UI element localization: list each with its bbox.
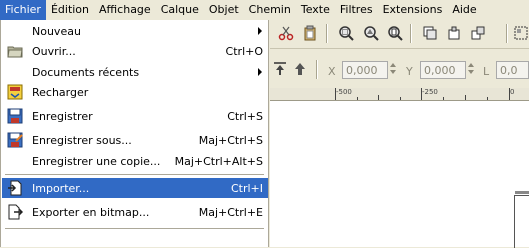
x-coordinate-field[interactable] (342, 61, 388, 79)
menu-item-label: Documents récents (32, 66, 140, 79)
zoom-page-icon (388, 26, 403, 41)
menu-filtres[interactable]: Filtres (335, 0, 378, 20)
page-border (514, 195, 529, 248)
menu-item-enregistrer[interactable]: Enregistrer Ctrl+S (2, 106, 268, 126)
menu-item-documents-recents[interactable]: Documents récents (2, 62, 268, 82)
menu-calque[interactable]: Calque (156, 0, 204, 20)
menu-item-label: Exporter en bitmap... (32, 206, 150, 219)
toolbar-separator (326, 24, 328, 43)
ruler-tick (487, 97, 488, 100)
drawing-canvas[interactable] (270, 101, 529, 247)
menu-extensions[interactable]: Extensions (378, 0, 448, 20)
duplicate-button[interactable] (420, 23, 440, 43)
menu-item-ouvrir[interactable]: Ouvrir... Ctrl+O (2, 41, 268, 61)
shortcut-label: Maj+Ctrl+S (198, 134, 263, 147)
ruler-tick (465, 95, 466, 100)
unlink-clone-icon (471, 26, 485, 40)
raise-icon (295, 63, 305, 75)
ruler-tick (357, 97, 358, 100)
menu-item-importer[interactable]: Importer... Ctrl+I (2, 178, 268, 198)
ruler-tick (378, 95, 379, 100)
file-menu: Nouveau Ouvrir... Ctrl+O Documents récen… (0, 20, 269, 247)
raise-to-top-button[interactable] (270, 59, 290, 79)
menu-item-enregistrer-copie[interactable]: Enregistrer une copie... Maj+Ctrl+Alt+S (2, 151, 268, 171)
shortcut-label: Maj+Ctrl+E (198, 206, 263, 219)
toolbar-separator (410, 24, 412, 43)
menu-aide[interactable]: Aide (447, 0, 481, 20)
raise-button[interactable] (290, 59, 310, 79)
ruler-tick (509, 88, 510, 100)
shortcut-label: Ctrl+O (225, 45, 263, 58)
toolbar-separator (506, 24, 508, 43)
menu-edition[interactable]: Édition (46, 0, 94, 20)
unlink-clone-button[interactable] (468, 23, 488, 43)
menu-chemin[interactable]: Chemin (244, 0, 296, 20)
raise-to-top-icon (274, 62, 286, 75)
menu-item-label: Recharger (32, 86, 89, 99)
zoom-drawing-button[interactable] (361, 23, 381, 43)
menu-objet[interactable]: Objet (204, 0, 244, 20)
width-field[interactable] (496, 61, 529, 79)
group-icon (514, 26, 528, 40)
ruler-tick (443, 97, 444, 100)
export-bitmap-icon (8, 204, 23, 220)
paste-button[interactable] (300, 23, 320, 43)
menu-item-exporter-bitmap[interactable]: Exporter en bitmap... Maj+Ctrl+E (2, 202, 268, 222)
toolbar-separator (316, 60, 318, 79)
menu-item-recharger[interactable]: Recharger (2, 82, 268, 102)
cut-button[interactable] (276, 23, 296, 43)
save-icon (7, 108, 23, 124)
horizontal-ruler: -500 -250 0 (270, 88, 529, 101)
group-button[interactable] (511, 23, 529, 43)
clipboard-icon (304, 25, 316, 41)
zoom-selection-button[interactable] (336, 23, 356, 43)
menu-bar: Fichier Édition Affichage Calque Objet C… (0, 0, 529, 20)
page-shadow (515, 191, 529, 194)
scissors-icon (278, 26, 294, 41)
import-icon (8, 180, 22, 196)
x-spinner[interactable] (389, 61, 397, 79)
save-as-icon (7, 132, 23, 148)
y-spinner[interactable] (467, 61, 475, 79)
zoom-selection-icon (339, 26, 354, 41)
menu-item-label: Importer... (32, 182, 90, 195)
menu-item-label: Enregistrer une copie... (32, 155, 161, 168)
y-coordinate-field[interactable] (420, 61, 466, 79)
menu-fichier[interactable]: Fichier (0, 0, 46, 20)
menu-affichage[interactable]: Affichage (94, 0, 156, 20)
shortcut-label: Ctrl+I (230, 182, 263, 195)
x-label: X (328, 65, 336, 78)
zoom-page-button[interactable] (385, 23, 405, 43)
menu-item-label: Ouvrir... (32, 45, 76, 58)
menu-separator (5, 228, 264, 229)
shortcut-label: Maj+Ctrl+Alt+S (174, 155, 263, 168)
zoom-drawing-icon (364, 26, 379, 41)
ruler-tick (421, 88, 422, 100)
folder-icon (7, 46, 23, 58)
selector-toolbar: X Y L (270, 56, 529, 86)
clone-icon (448, 26, 460, 40)
ruler-label: 0 (510, 88, 515, 96)
menu-item-nouveau[interactable]: Nouveau (2, 21, 268, 41)
commands-toolbar (270, 20, 529, 49)
menu-separator (5, 174, 264, 175)
ruler-label: -500 (336, 88, 352, 96)
submenu-arrow-icon (258, 27, 262, 35)
menu-texte[interactable]: Texte (296, 0, 335, 20)
submenu-arrow-icon (258, 68, 262, 76)
ruler-label: -250 (422, 88, 438, 96)
menu-item-label: Nouveau (32, 25, 81, 38)
duplicate-icon (423, 26, 437, 40)
width-label: L (483, 65, 490, 78)
clone-button[interactable] (444, 23, 464, 43)
ruler-tick (400, 97, 401, 100)
ruler-tick (335, 88, 336, 100)
menu-item-label: Enregistrer (32, 110, 93, 123)
menu-item-enregistrer-sous[interactable]: Enregistrer sous... Maj+Ctrl+S (2, 130, 268, 150)
shortcut-label: Ctrl+S (227, 110, 263, 123)
y-label: Y (406, 65, 413, 78)
menu-item-label: Enregistrer sous... (32, 134, 132, 147)
reload-icon (7, 84, 23, 100)
